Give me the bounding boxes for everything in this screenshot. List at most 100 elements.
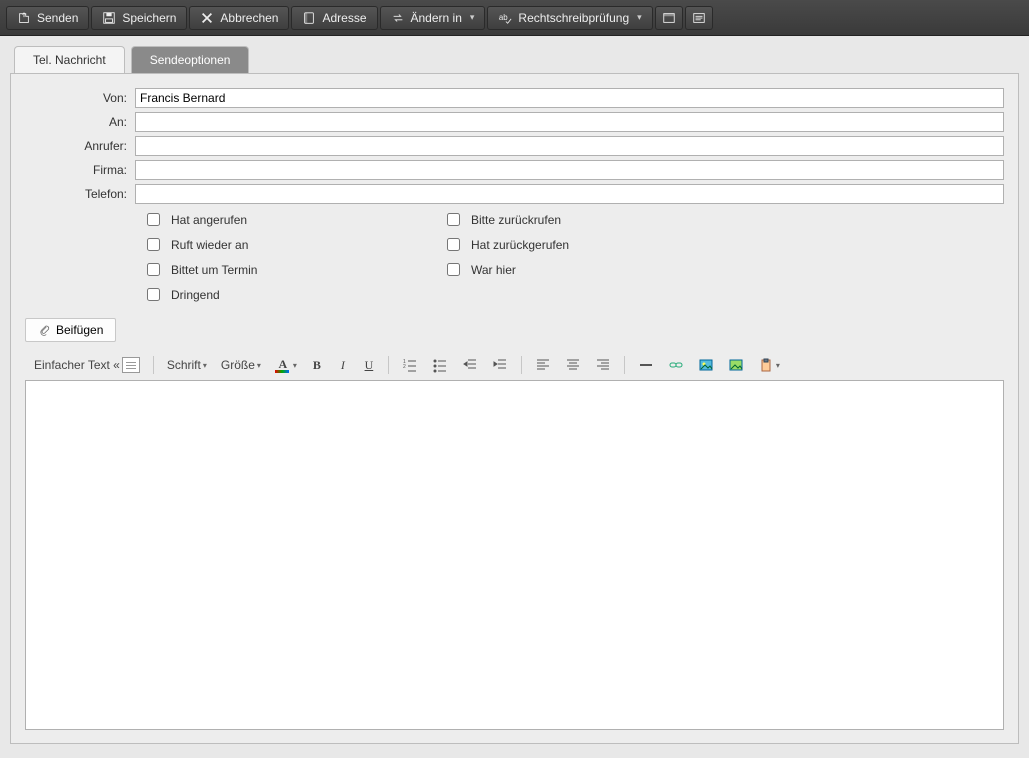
spellcheck-button[interactable]: ab Rechtschreibprüfung ▾ — [487, 6, 652, 30]
check-called-box[interactable] — [147, 213, 160, 226]
hr-button[interactable] — [633, 354, 659, 376]
check-will-call-box[interactable] — [147, 238, 160, 251]
phone-field[interactable] — [135, 184, 1004, 204]
tabstrip: Tel. Nachricht Sendeoptionen — [10, 46, 1019, 73]
to-field[interactable] — [135, 112, 1004, 132]
separator — [153, 356, 154, 374]
check-called[interactable]: Hat angerufen — [143, 210, 443, 229]
font-size-picker[interactable]: Größe▾ — [216, 354, 266, 376]
from-field[interactable] — [135, 88, 1004, 108]
check-grid: Hat angerufen Ruft wieder an Bittet um T… — [143, 210, 1004, 304]
check-please-callback[interactable]: Bitte zurückrufen — [443, 210, 743, 229]
plain-view-icon — [692, 11, 706, 25]
change-icon — [391, 11, 405, 25]
font-family-picker[interactable]: Schrift▾ — [162, 354, 212, 376]
phone-label: Telefon: — [25, 187, 135, 201]
unordered-list-button[interactable] — [427, 354, 453, 376]
check-urgent[interactable]: Dringend — [143, 285, 443, 304]
check-called-back-label: Hat zurückgerufen — [471, 238, 569, 252]
check-called-label: Hat angerufen — [171, 213, 247, 227]
align-center-button[interactable] — [560, 354, 586, 376]
check-was-here-box[interactable] — [447, 263, 460, 276]
chevron-down-icon: ▾ — [637, 12, 642, 23]
clipboard-icon — [758, 357, 774, 373]
caller-field[interactable] — [135, 136, 1004, 156]
check-wants-appt-label: Bittet um Termin — [171, 263, 257, 277]
main-toolbar: Senden Speichern Abbrechen Adresse Änder… — [0, 0, 1029, 36]
indent-button[interactable] — [487, 354, 513, 376]
save-button[interactable]: Speichern — [91, 6, 187, 30]
underline-icon: U — [365, 358, 374, 373]
font-label: Schrift — [167, 358, 201, 372]
align-right-button[interactable] — [590, 354, 616, 376]
check-please-callback-box[interactable] — [447, 213, 460, 226]
bold-button[interactable]: B — [306, 354, 328, 376]
align-center-icon — [565, 357, 581, 373]
html-view-icon — [662, 11, 676, 25]
check-called-back-box[interactable] — [447, 238, 460, 251]
check-wants-appt-box[interactable] — [147, 263, 160, 276]
plain-text-toggle[interactable]: Einfacher Text « — [29, 354, 145, 376]
attach-label: Beifügen — [56, 323, 103, 337]
background-image-button[interactable] — [723, 354, 749, 376]
tab-send-options[interactable]: Sendeoptionen — [131, 46, 250, 73]
unordered-list-icon — [432, 357, 448, 373]
address-button[interactable]: Adresse — [291, 6, 377, 30]
clipboard-button[interactable]: ▾ — [753, 354, 785, 376]
cancel-icon — [200, 11, 214, 25]
attach-button[interactable]: Beifügen — [25, 318, 116, 342]
from-label: Von: — [25, 91, 135, 105]
link-icon — [668, 357, 684, 373]
outdent-icon — [462, 357, 478, 373]
check-please-callback-label: Bitte zurückrufen — [471, 213, 561, 227]
align-right-icon — [595, 357, 611, 373]
indent-icon — [492, 357, 508, 373]
check-was-here[interactable]: War hier — [443, 260, 743, 279]
separator — [388, 356, 389, 374]
svg-text:2: 2 — [403, 364, 406, 370]
chevron-down-icon: ▾ — [293, 361, 297, 370]
change-to-label: Ändern in — [411, 11, 462, 25]
view-html-button[interactable] — [655, 6, 683, 30]
bold-icon: B — [313, 358, 321, 373]
tab-message[interactable]: Tel. Nachricht — [14, 46, 125, 73]
message-body-editor[interactable] — [25, 380, 1004, 730]
check-will-call[interactable]: Ruft wieder an — [143, 235, 443, 254]
send-icon — [17, 11, 31, 25]
check-urgent-box[interactable] — [147, 288, 160, 301]
send-button[interactable]: Senden — [6, 6, 89, 30]
tab-message-label: Tel. Nachricht — [33, 53, 106, 67]
company-label: Firma: — [25, 163, 135, 177]
plain-text-icon — [122, 357, 140, 373]
font-color-picker[interactable]: A ▾ — [270, 354, 302, 376]
cancel-button[interactable]: Abbrechen — [189, 6, 289, 30]
check-called-back[interactable]: Hat zurückgerufen — [443, 235, 743, 254]
italic-button[interactable]: I — [332, 354, 354, 376]
rte-toolbar: Einfacher Text « Schrift▾ Größe▾ A ▾ B I… — [25, 350, 1004, 380]
ordered-list-button[interactable]: 12 — [397, 354, 423, 376]
size-label: Größe — [221, 358, 255, 372]
check-wants-appt[interactable]: Bittet um Termin — [143, 260, 443, 279]
message-panel: Von: An: Anrufer: Firma: Telefon: Hat an… — [10, 73, 1019, 744]
image-icon — [698, 357, 714, 373]
tab-options-label: Sendeoptionen — [150, 53, 231, 67]
caller-label: Anrufer: — [25, 139, 135, 153]
plain-text-label: Einfacher Text « — [34, 358, 120, 372]
chevron-down-icon: ▾ — [257, 361, 261, 370]
check-was-here-label: War hier — [471, 263, 516, 277]
svg-text:ab: ab — [499, 12, 508, 21]
ordered-list-icon: 12 — [402, 357, 418, 373]
link-button[interactable] — [663, 354, 689, 376]
separator — [521, 356, 522, 374]
image-button[interactable] — [693, 354, 719, 376]
view-plain-button[interactable] — [685, 6, 713, 30]
outdent-button[interactable] — [457, 354, 483, 376]
underline-button[interactable]: U — [358, 354, 380, 376]
company-field[interactable] — [135, 160, 1004, 180]
save-icon — [102, 11, 116, 25]
check-urgent-label: Dringend — [171, 288, 220, 302]
align-left-button[interactable] — [530, 354, 556, 376]
font-color-icon: A — [275, 357, 291, 373]
change-to-button[interactable]: Ändern in ▾ — [380, 6, 486, 30]
spellcheck-label: Rechtschreibprüfung — [518, 11, 629, 25]
